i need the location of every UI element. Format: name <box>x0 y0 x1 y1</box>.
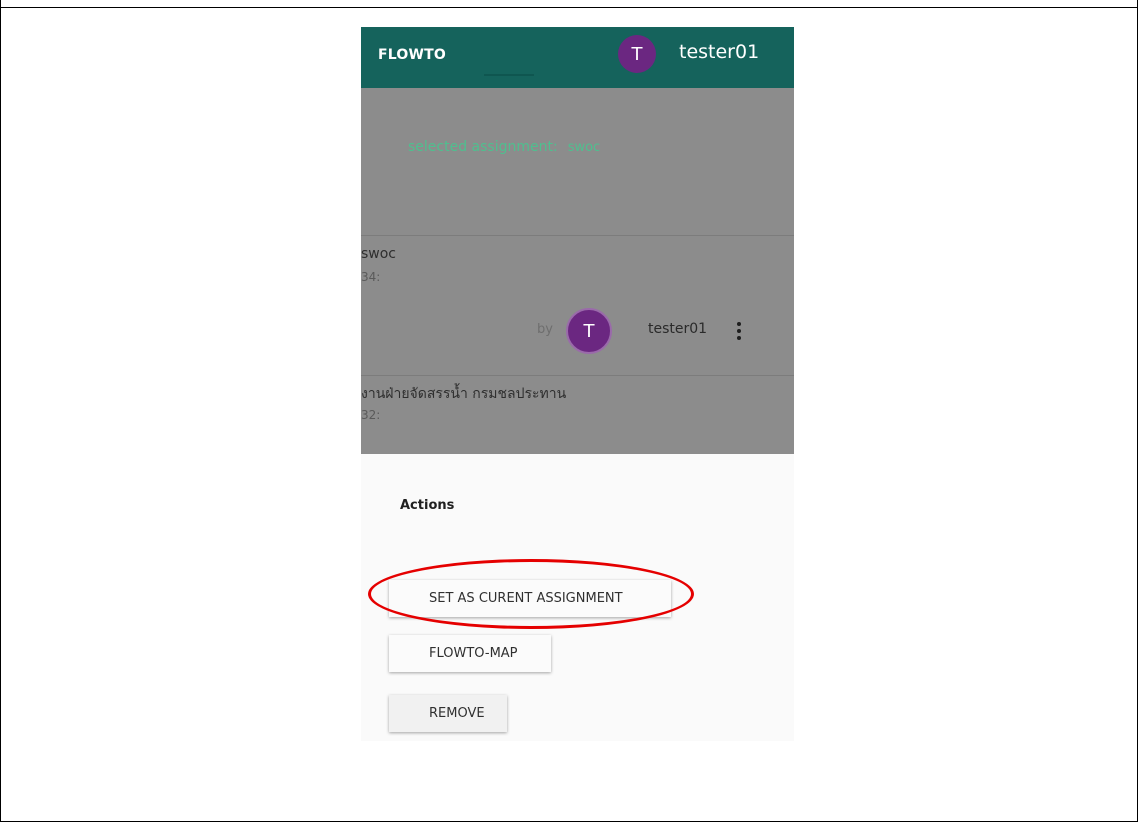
assignment-list-overlay: selected assignment: swoc swoc 34: by T t… <box>361 88 794 454</box>
remove-button[interactable]: REMOVE <box>389 695 507 732</box>
item-title: swoc <box>361 246 397 262</box>
item-subtitle: 32: <box>361 408 381 422</box>
divider <box>361 375 794 376</box>
frame-divider <box>0 7 1138 8</box>
item-owner: tester01 <box>648 321 708 337</box>
selected-assignment-label: selected assignment: <box>408 139 558 155</box>
more-vert-icon[interactable] <box>736 322 742 340</box>
phone-screen: FLOWTO T tester01 selected assignment: sw… <box>361 27 794 741</box>
username[interactable]: tester01 <box>679 41 759 63</box>
item-title: งานฝ่ายจัดสรรน้ำ กรมชลประทาน <box>361 386 567 402</box>
divider <box>361 235 794 236</box>
tab-indicator <box>484 74 534 76</box>
app-bar: FLOWTO T tester01 <box>361 27 794 88</box>
avatar[interactable]: T <box>618 35 656 73</box>
flowto-map-button[interactable]: FLOWTO-MAP <box>389 635 551 672</box>
set-current-assignment-button[interactable]: SET AS CURENT ASSIGNMENT <box>389 580 671 617</box>
sheet-title: Actions <box>400 498 455 513</box>
selected-assignment-value: swoc <box>567 140 601 155</box>
by-label: by <box>537 322 553 337</box>
actions-bottom-sheet: Actions SET AS CURENT ASSIGNMENT FLOWTO-… <box>361 454 794 741</box>
selected-assignment: selected assignment: swoc <box>408 139 600 155</box>
item-subtitle: 34: <box>361 270 381 284</box>
app-title: FLOWTO <box>378 47 446 63</box>
avatar: T <box>566 308 612 354</box>
